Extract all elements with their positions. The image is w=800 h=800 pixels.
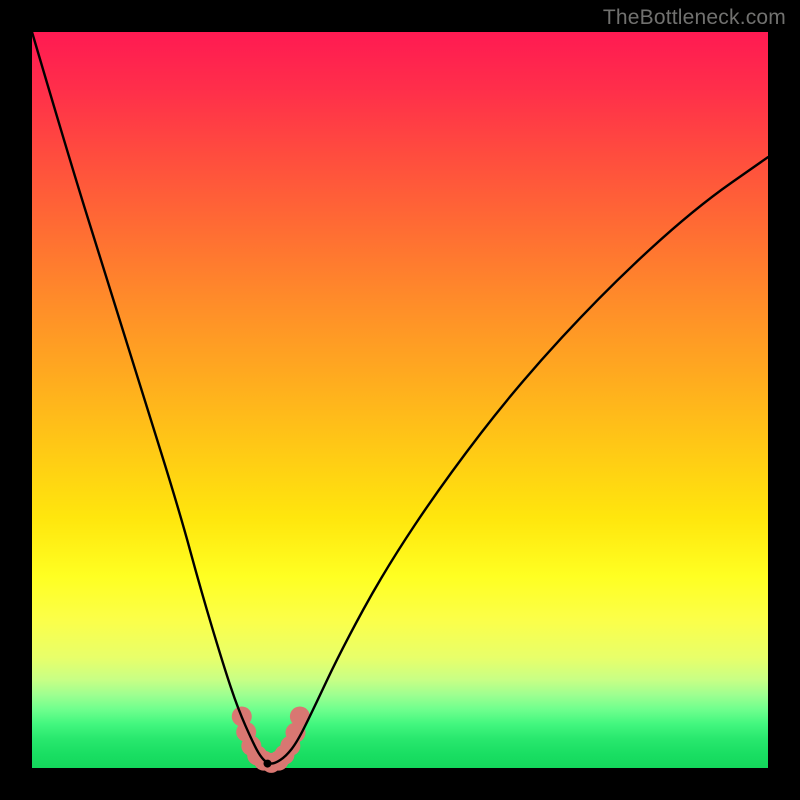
chart-svg-layer bbox=[0, 0, 800, 800]
min-point-marker bbox=[264, 760, 272, 768]
curve-path bbox=[32, 32, 768, 764]
chart-frame: TheBottleneck.com bbox=[0, 0, 800, 800]
